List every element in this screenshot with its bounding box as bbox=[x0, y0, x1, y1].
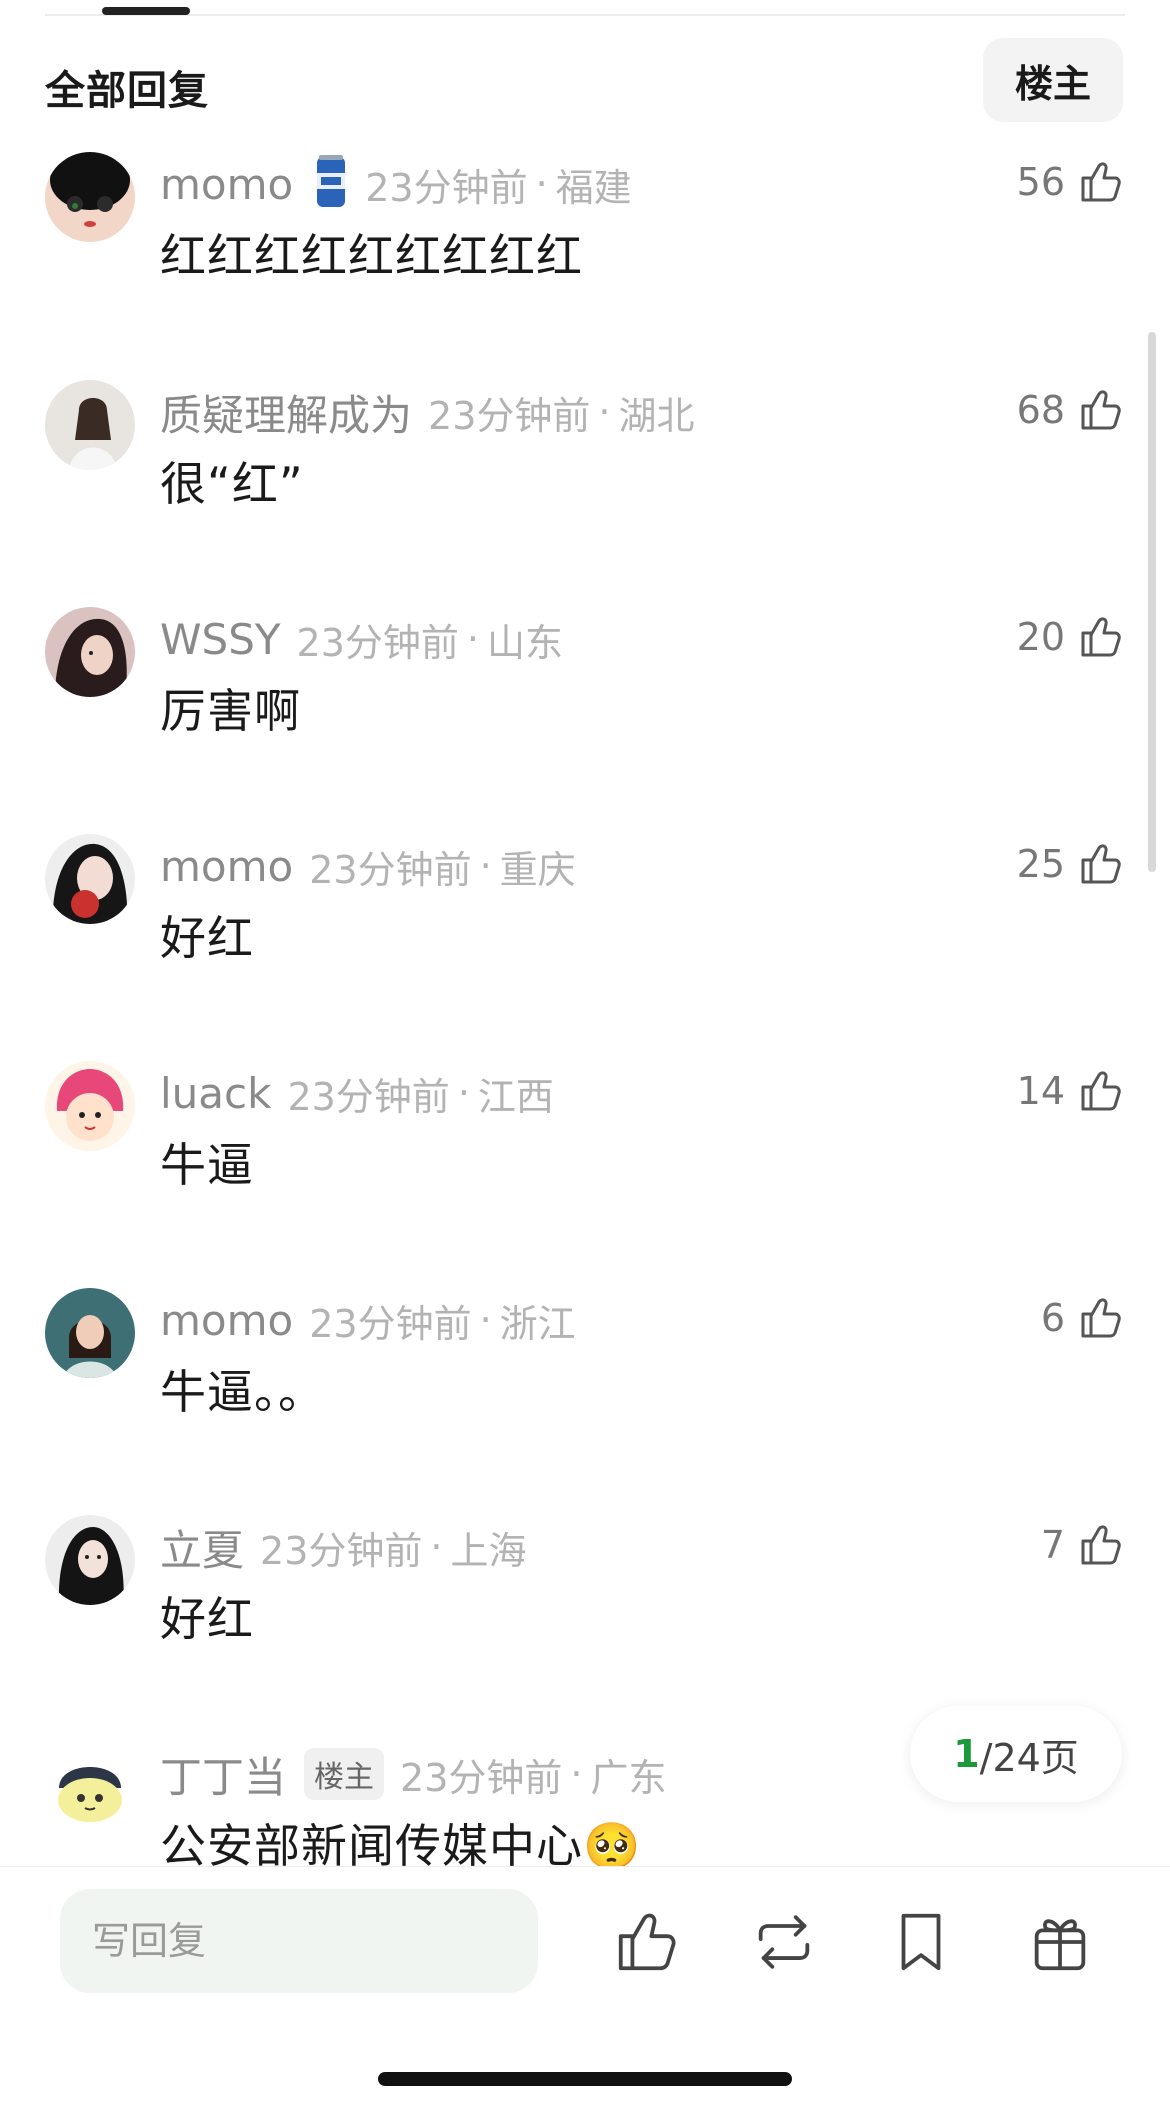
meta-separator: · bbox=[535, 162, 548, 206]
avatar[interactable] bbox=[45, 607, 135, 697]
comment-time: 23分钟前 bbox=[400, 1755, 563, 1800]
scrollbar[interactable] bbox=[1148, 332, 1156, 872]
comment-time: 23分钟前 bbox=[296, 620, 459, 665]
thumbs-up-icon bbox=[1077, 840, 1125, 888]
avatar[interactable] bbox=[45, 834, 135, 924]
comment-time: 23分钟前 bbox=[309, 1301, 472, 1346]
avatar[interactable] bbox=[45, 380, 135, 470]
meta-separator: · bbox=[466, 617, 479, 661]
comment-region: 上海 bbox=[450, 1528, 527, 1573]
comment-text: 好红 bbox=[160, 911, 254, 965]
like-button[interactable]: 7 bbox=[1041, 1515, 1125, 1575]
thumbs-up-icon[interactable] bbox=[612, 1907, 682, 1977]
op-tag: 楼主 bbox=[304, 1748, 385, 1800]
comment-time: 23分钟前 bbox=[365, 165, 528, 210]
comment-region: 重庆 bbox=[499, 847, 576, 892]
like-button[interactable]: 6 bbox=[1041, 1288, 1125, 1348]
comment-item: 质疑理解成为 23分钟前 · 湖北 很“红” 68 bbox=[0, 380, 1170, 608]
avatar[interactable] bbox=[45, 1288, 135, 1378]
comment-item: momo 23分钟前 · 重庆 好红 25 bbox=[0, 834, 1170, 1062]
page-indicator[interactable]: 1 /24页 bbox=[910, 1706, 1122, 1802]
like-count: 7 bbox=[1040, 1523, 1065, 1567]
avatar[interactable] bbox=[45, 1742, 135, 1832]
comment-text: 红红红红红红红红红 bbox=[160, 229, 583, 283]
username[interactable]: luack bbox=[160, 1069, 271, 1118]
meta-separator: · bbox=[570, 1752, 583, 1796]
avatar[interactable] bbox=[45, 1515, 135, 1605]
like-button[interactable]: 25 bbox=[1017, 834, 1125, 894]
meta-separator: · bbox=[430, 1525, 443, 1569]
comment-item: momo 23分钟前 · 浙江 牛逼。。 6 bbox=[0, 1288, 1170, 1516]
like-button[interactable]: 68 bbox=[1017, 380, 1125, 440]
thumbs-up-icon bbox=[1077, 613, 1125, 661]
comment-text: 好红 bbox=[160, 1592, 254, 1646]
username[interactable]: momo bbox=[160, 160, 293, 209]
like-button[interactable]: 14 bbox=[1017, 1061, 1125, 1121]
comment-region: 山东 bbox=[486, 620, 563, 665]
like-count: 6 bbox=[1040, 1296, 1065, 1340]
username[interactable]: 立夏 bbox=[160, 1517, 244, 1578]
comment-text: 牛逼 bbox=[160, 1138, 254, 1192]
username[interactable]: momo bbox=[160, 1296, 293, 1345]
thumbs-up-icon bbox=[1077, 1067, 1125, 1115]
comment-region: 浙江 bbox=[499, 1301, 576, 1346]
thumbs-up-icon bbox=[1077, 1294, 1125, 1342]
username[interactable]: 丁丁当 bbox=[160, 1744, 286, 1805]
top-divider bbox=[45, 14, 1125, 16]
username[interactable]: momo bbox=[160, 842, 293, 891]
thumbs-up-icon bbox=[1077, 158, 1125, 206]
username[interactable]: 质疑理解成为 bbox=[160, 382, 412, 443]
username[interactable]: WSSY bbox=[160, 615, 281, 664]
meta-separator: · bbox=[598, 390, 611, 434]
comment-time: 23分钟前 bbox=[428, 393, 591, 438]
comment-item: momo 23分钟前 · 福建 红红红红红红红红红 56 bbox=[0, 152, 1170, 380]
comment-text: 牛逼。。 bbox=[160, 1365, 325, 1419]
avatar[interactable] bbox=[45, 1061, 135, 1151]
meta-separator: · bbox=[479, 844, 492, 888]
comment-item: WSSY 23分钟前 · 山东 厉害啊 20 bbox=[0, 607, 1170, 835]
like-count: 68 bbox=[1016, 388, 1065, 432]
like-button[interactable]: 20 bbox=[1017, 607, 1125, 667]
meta-separator: · bbox=[457, 1071, 470, 1115]
active-tab-indicator bbox=[102, 7, 190, 15]
like-count: 20 bbox=[1016, 615, 1065, 659]
thumbs-up-icon bbox=[1077, 386, 1125, 434]
thumbs-up-icon bbox=[1077, 1521, 1125, 1569]
comment-text: 很“红” bbox=[160, 457, 304, 511]
comment-region: 福建 bbox=[555, 165, 632, 210]
home-indicator bbox=[378, 2072, 792, 2086]
like-count: 25 bbox=[1016, 842, 1065, 886]
comment-time: 23分钟前 bbox=[260, 1528, 423, 1573]
bookmark-icon[interactable] bbox=[886, 1907, 956, 1977]
total-pages-label: /24页 bbox=[979, 1735, 1079, 1780]
comment-region: 湖北 bbox=[618, 393, 695, 438]
reply-input[interactable] bbox=[60, 1889, 538, 1993]
op-only-filter-button[interactable]: 楼主 bbox=[983, 38, 1123, 122]
like-button[interactable]: 56 bbox=[1017, 152, 1125, 212]
badge-can-icon bbox=[313, 153, 349, 215]
repost-icon[interactable] bbox=[749, 1907, 819, 1977]
comment-region: 江西 bbox=[477, 1074, 554, 1119]
like-count: 14 bbox=[1016, 1069, 1065, 1113]
section-title: 全部回复 bbox=[45, 68, 209, 114]
meta-separator: · bbox=[479, 1298, 492, 1342]
like-count: 56 bbox=[1016, 160, 1065, 204]
current-page: 1 bbox=[953, 1732, 980, 1776]
gift-icon[interactable] bbox=[1025, 1907, 1095, 1977]
comment-region: 广东 bbox=[590, 1755, 667, 1800]
comment-time: 23分钟前 bbox=[287, 1074, 450, 1119]
comment-item: luack 23分钟前 · 江西 牛逼 14 bbox=[0, 1061, 1170, 1289]
avatar[interactable] bbox=[45, 152, 135, 242]
comment-text: 厉害啊 bbox=[160, 684, 301, 738]
comment-time: 23分钟前 bbox=[309, 847, 472, 892]
